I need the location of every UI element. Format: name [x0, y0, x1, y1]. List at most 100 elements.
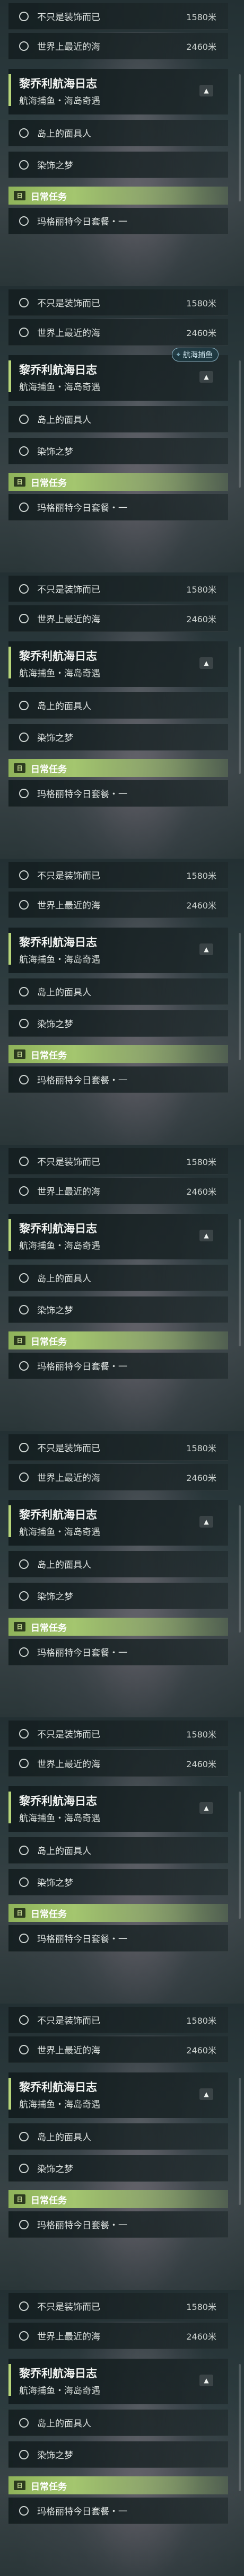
quest-row[interactable]: 不只是装饰而已 1580米	[8, 3, 228, 30]
quest-subtask-row[interactable]: 染饰之梦	[8, 724, 228, 751]
quest-row[interactable]: 世界上最近的海 2460米	[8, 1464, 228, 1490]
quest-subtask-row[interactable]: 染饰之梦	[8, 1869, 228, 1895]
quest-subtitle: 航海捕鱼・海岛奇遇	[19, 1527, 100, 1538]
quest-subtask-row[interactable]: 岛上的面具人	[8, 692, 228, 719]
quest-row[interactable]: 世界上最近的海 2460米	[8, 33, 228, 59]
quest-row[interactable]: 世界上最近的海 2460米	[8, 2323, 228, 2349]
quest-row-label: 不只是装饰而已	[37, 871, 100, 881]
quest-row[interactable]: 不只是装饰而已 1580米	[8, 862, 228, 888]
scrollbar[interactable]	[239, 1505, 241, 1633]
collapse-arrow-icon[interactable]: ▲	[199, 943, 213, 955]
scrollbar[interactable]	[239, 360, 241, 488]
quest-header[interactable]: 黎乔利航海日志 航海捕鱼・海岛奇遇 ▲	[8, 2072, 228, 2118]
quest-row[interactable]: 不只是装饰而已 1580米	[8, 2007, 228, 2033]
location-pin-icon: ⌖	[176, 350, 180, 359]
quest-subtask-row[interactable]: 岛上的面具人	[8, 1837, 228, 1864]
quest-row[interactable]: 世界上最近的海 2460米	[8, 892, 228, 918]
quest-tracker-block: 不只是装饰而已 1580米 世界上最近的海 2460米黎乔利航海日志 航海捕鱼・海岛奇遇…	[0, 859, 244, 1145]
daily-task-item[interactable]: 玛格丽特今日套餐・一	[8, 1353, 228, 1379]
daily-task-title: 日常任务	[31, 1336, 67, 1347]
daily-task-item[interactable]: 玛格丽特今日套餐・一	[8, 494, 228, 521]
daily-task-item[interactable]: 玛格丽特今日套餐・一	[8, 208, 228, 234]
radio-circle-icon	[19, 11, 29, 21]
collapse-arrow-icon[interactable]: ▲	[199, 1230, 213, 1241]
daily-task-header[interactable]: 日日常任务	[8, 2190, 228, 2208]
daily-task-item[interactable]: 玛格丽特今日套餐・一	[8, 1925, 228, 1952]
quest-header[interactable]: 黎乔利航海日志 航海捕鱼・海岛奇遇 ▲	[8, 69, 228, 114]
quest-subtask-row[interactable]: 岛上的面具人	[8, 2123, 228, 2150]
quest-subtask-row[interactable]: 岛上的面具人	[8, 1551, 228, 1577]
quest-subtask-row[interactable]: 岛上的面具人	[8, 1265, 228, 1291]
quest-header[interactable]: 黎乔利航海日志 航海捕鱼・海岛奇遇 ▲	[8, 928, 228, 973]
scrollbar[interactable]	[239, 2364, 241, 2491]
daily-task-header[interactable]: 日日常任务	[8, 1331, 228, 1349]
quest-subtask-row[interactable]: 染饰之梦	[8, 1296, 228, 1323]
quest-header[interactable]: 黎乔利航海日志 航海捕鱼・海岛奇遇 ▲ ⌖ 航海捕鱼	[8, 348, 228, 401]
quest-row-label: 不只是装饰而已	[37, 2302, 100, 2313]
quest-header[interactable]: 黎乔利航海日志 航海捕鱼・海岛奇遇 ▲	[8, 1500, 228, 1546]
quest-row-distance: 1580米	[186, 1157, 216, 1167]
radio-circle-icon	[19, 1186, 29, 1196]
daily-book-icon: 日	[14, 1336, 25, 1345]
quest-row[interactable]: 不只是装饰而已 1580米	[8, 2293, 228, 2319]
quest-header[interactable]: 黎乔利航海日志 航海捕鱼・海岛奇遇 ▲	[8, 2359, 228, 2404]
daily-task-item[interactable]: 玛格丽特今日套餐・一	[8, 2211, 228, 2238]
collapse-arrow-icon[interactable]: ▲	[199, 85, 213, 96]
radio-circle-icon	[19, 613, 29, 623]
daily-task-item[interactable]: 玛格丽特今日套餐・一	[8, 2498, 228, 2524]
quest-row[interactable]: 世界上最近的海 2460米	[8, 2036, 228, 2063]
scrollbar[interactable]	[239, 1219, 241, 1346]
scrollbar[interactable]	[239, 647, 241, 774]
collapse-arrow-icon[interactable]: ▲	[199, 2375, 213, 2386]
quest-row[interactable]: 不只是装饰而已 1580米	[8, 1721, 228, 1747]
quest-subtask-row[interactable]: 岛上的面具人	[8, 2410, 228, 2436]
radio-circle-icon	[19, 1442, 29, 1452]
daily-task-item[interactable]: 玛格丽特今日套餐・一	[8, 1066, 228, 1093]
quest-row[interactable]: 世界上最近的海 2460米	[8, 1178, 228, 1204]
scrollbar[interactable]	[239, 933, 241, 1060]
collapse-arrow-icon[interactable]: ▲	[199, 2088, 213, 2100]
scrollbar[interactable]	[239, 1792, 241, 1919]
daily-task-header[interactable]: 日日常任务	[8, 759, 228, 777]
quest-subtask-row[interactable]: 染饰之梦	[8, 2155, 228, 2182]
quest-subtask-row[interactable]: 染饰之梦	[8, 152, 228, 178]
daily-task-header[interactable]: 日日常任务	[8, 1904, 228, 1922]
daily-task-item[interactable]: 玛格丽特今日套餐・一	[8, 1639, 228, 1665]
quest-row[interactable]: 世界上最近的海 2460米	[8, 605, 228, 632]
quest-header[interactable]: 黎乔利航海日志 航海捕鱼・海岛奇遇 ▲	[8, 1214, 228, 1259]
quest-row[interactable]: 不只是装饰而已 1580米	[8, 576, 228, 602]
quest-row[interactable]: 不只是装饰而已 1580米	[8, 289, 228, 316]
collapse-arrow-icon[interactable]: ▲	[199, 1516, 213, 1528]
daily-task-header[interactable]: 日日常任务	[8, 473, 228, 491]
radio-circle-icon	[19, 1758, 29, 1768]
quest-row[interactable]: 世界上最近的海 2460米	[8, 319, 228, 346]
collapse-arrow-icon[interactable]: ▲	[199, 371, 213, 383]
quest-subtask-row[interactable]: 岛上的面具人	[8, 120, 228, 146]
quest-subtask-row[interactable]: 染饰之梦	[8, 438, 228, 464]
scrollbar[interactable]	[239, 2078, 241, 2205]
collapse-arrow-icon[interactable]: ▲	[199, 657, 213, 669]
quest-header[interactable]: 黎乔利航海日志 航海捕鱼・海岛奇遇 ▲	[8, 1786, 228, 1832]
quest-accent-bar	[8, 360, 11, 392]
radio-circle-icon	[19, 1472, 29, 1482]
quest-row[interactable]: 不只是装饰而已 1580米	[8, 1148, 228, 1175]
quest-row-label: 世界上最近的海	[37, 1187, 100, 1197]
daily-task-header[interactable]: 日日常任务	[8, 187, 228, 205]
quest-header[interactable]: 黎乔利航海日志 航海捕鱼・海岛奇遇 ▲	[8, 641, 228, 687]
quest-row-label: 不只是装饰而已	[37, 298, 100, 309]
daily-task-header[interactable]: 日日常任务	[8, 2476, 228, 2494]
quest-subtask-row[interactable]: 染饰之梦	[8, 1583, 228, 1609]
daily-task-item-label: 玛格丽特今日套餐・一	[37, 1934, 127, 1945]
quest-subtask-row[interactable]: 岛上的面具人	[8, 406, 228, 433]
nav-tag[interactable]: ⌖ 航海捕鱼	[171, 348, 219, 361]
quest-row[interactable]: 不只是装饰而已 1580米	[8, 1434, 228, 1461]
daily-task-header[interactable]: 日日常任务	[8, 1045, 228, 1063]
quest-subtask-row[interactable]: 岛上的面具人	[8, 978, 228, 1005]
daily-task-header[interactable]: 日日常任务	[8, 1618, 228, 1636]
daily-task-item[interactable]: 玛格丽特今日套餐・一	[8, 780, 228, 807]
collapse-arrow-icon[interactable]: ▲	[199, 1802, 213, 1814]
quest-subtask-row[interactable]: 染饰之梦	[8, 1010, 228, 1037]
quest-row[interactable]: 世界上最近的海 2460米	[8, 1750, 228, 1777]
quest-subtask-row[interactable]: 染饰之梦	[8, 2441, 228, 2468]
scrollbar[interactable]	[239, 74, 241, 201]
